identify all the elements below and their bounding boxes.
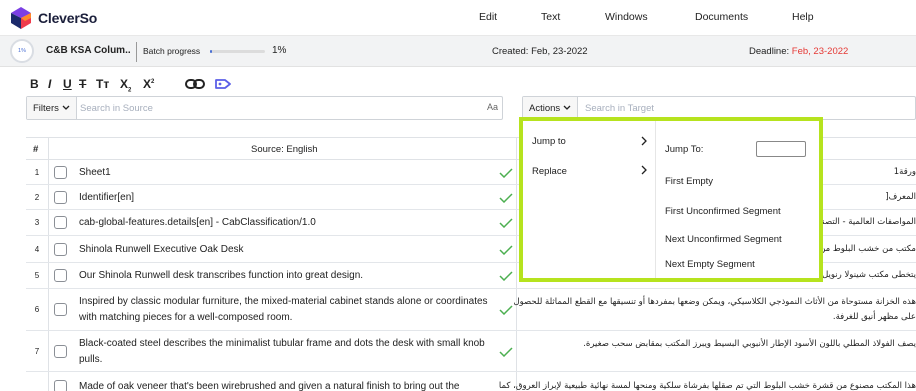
menu-windows[interactable]: Windows [605, 11, 648, 23]
popup-highlight [519, 117, 823, 282]
row-checkbox[interactable] [54, 216, 67, 229]
underline-button[interactable]: U [63, 77, 72, 91]
source-cell[interactable]: cab-global-features.details[en] - CabCla… [79, 215, 494, 231]
superscript-button[interactable]: X2 [143, 77, 154, 91]
row-number: 6 [34, 305, 40, 314]
source-cell[interactable]: Black-coated steel describes the minimal… [79, 336, 494, 368]
source-cell[interactable]: Inspired by classic modular furniture, t… [79, 294, 494, 326]
table-row[interactable]: Made of oak veneer that's been wirebrush… [26, 372, 916, 391]
table-row[interactable]: 6 Inspired by classic modular furniture, … [26, 289, 916, 331]
source-cell[interactable]: Sheet1 [79, 165, 494, 181]
italic-button[interactable]: I [48, 77, 51, 91]
source-cell[interactable]: Identifier[en] [79, 190, 494, 206]
project-bar: 1% C&B KSA Colum.. Batch progress 1% Cre… [0, 36, 916, 67]
batch-progress-bar [210, 50, 265, 53]
actions-dropdown[interactable]: Actions [523, 97, 579, 119]
batch-progress-value: 1% [272, 45, 287, 56]
target-cell[interactable]: يصف الفولاذ المطلي باللون الأسود الإطار … [496, 337, 916, 352]
row-checkbox[interactable] [54, 344, 67, 358]
row-checkbox[interactable] [54, 242, 67, 256]
col-number-header: # [33, 144, 39, 155]
actions-label: Actions [529, 102, 561, 114]
target-search-input[interactable]: Search in Target [585, 103, 654, 114]
change-case-button[interactable]: Tт [96, 77, 109, 91]
row-checkbox[interactable] [54, 303, 67, 316]
source-cell[interactable]: Our Shinola Runwell desk transcribes fun… [79, 268, 494, 284]
tag-icon[interactable] [215, 78, 231, 90]
subscript-button[interactable]: X2 [120, 77, 131, 93]
target-cell[interactable]: هذا المكتب مصنوع من قشرة خشب البلوط التي… [496, 379, 916, 391]
superscript-label: X [143, 77, 152, 91]
bold-button[interactable]: B [30, 77, 39, 91]
chevron-down-icon [62, 105, 70, 110]
menu-documents[interactable]: Documents [695, 11, 748, 23]
divider [136, 42, 137, 62]
row-number: 5 [34, 271, 40, 280]
filters-dropdown[interactable]: Filters [27, 97, 77, 119]
batch-progress-fill [210, 50, 212, 53]
target-cell[interactable]: هذه الخزانة مستوحاة من الأثاث النموذجي ا… [496, 295, 916, 325]
source-search-bar: Filters Search in Source Aa [26, 96, 503, 120]
chevron-down-icon [563, 105, 571, 110]
row-number: 2 [34, 192, 40, 202]
col-source-header: Source: English [251, 144, 318, 155]
menu-bar: CleverSo Edit Text Windows Documents Hel… [0, 0, 916, 36]
batch-progress-label: Batch progress [143, 46, 201, 56]
app-logo[interactable]: CleverSo [10, 6, 97, 30]
row-number: 4 [34, 244, 40, 254]
project-name[interactable]: C&B KSA Colum.. [46, 45, 131, 56]
row-checkbox[interactable] [54, 190, 67, 204]
menu-help[interactable]: Help [792, 11, 814, 23]
menu-edit[interactable]: Edit [479, 11, 497, 23]
deadline-date: Feb, 23-2022 [791, 46, 849, 57]
deadline: Deadline: Feb, 23-2022 [749, 46, 848, 57]
app-name: CleverSo [38, 10, 98, 26]
deadline-label: Deadline: [749, 46, 792, 57]
source-cell[interactable]: Made of oak veneer that's been wirebrush… [79, 379, 494, 391]
row-number: 1 [34, 167, 40, 177]
link-icon[interactable] [185, 78, 205, 90]
strikethrough-button[interactable]: T [79, 77, 86, 91]
match-case-toggle[interactable]: Aa [487, 102, 498, 112]
created-date: Created: Feb, 23-2022 [492, 46, 588, 57]
logo-icon [11, 7, 31, 29]
row-number: 3 [34, 218, 40, 227]
progress-circle: 1% [10, 39, 34, 63]
table-row[interactable]: 7 Black-coated steel describes the minima… [26, 331, 916, 372]
row-checkbox[interactable] [54, 165, 67, 179]
row-checkbox[interactable] [54, 380, 67, 391]
menu-text[interactable]: Text [541, 11, 560, 23]
source-search-input[interactable]: Search in Source [80, 103, 153, 114]
filters-label: Filters [33, 102, 59, 114]
row-number: 7 [34, 346, 40, 356]
source-cell[interactable]: Shinola Runwell Executive Oak Desk [79, 242, 494, 258]
subscript-label: X [120, 77, 129, 91]
row-checkbox[interactable] [54, 269, 67, 282]
